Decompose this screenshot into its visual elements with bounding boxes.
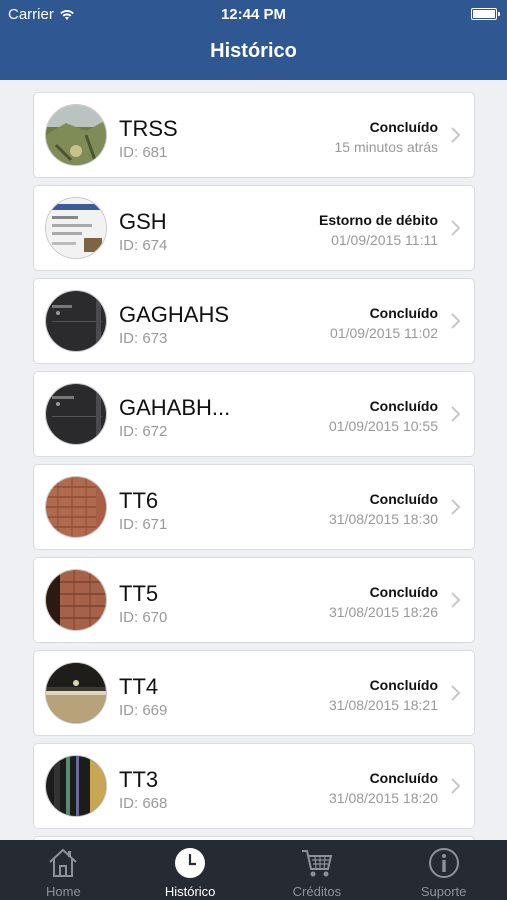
item-thumbnail [45, 569, 107, 631]
tab-support[interactable]: Suporte [380, 840, 507, 900]
item-id: ID: 672 [119, 423, 168, 440]
item-status: Concluído [369, 305, 438, 321]
chevron-right-icon [451, 127, 461, 143]
item-name: GSH [119, 209, 167, 234]
tab-history-label: Histórico [164, 884, 216, 899]
item-date: 31/08/2015 18:21 [329, 697, 438, 713]
chevron-right-icon [451, 685, 461, 701]
item-date: 15 minutos atrás [334, 139, 439, 155]
item-date: 01/09/2015 11:11 [331, 232, 438, 248]
item-thumbnail [45, 290, 107, 352]
history-item[interactable]: TT4 ID: 669 Concluído 31/08/2015 18:21 [33, 650, 475, 736]
clock-icon [175, 848, 206, 878]
history-item[interactable]: TRSS ID: 681 Concluído 15 minutos atrás [33, 92, 475, 178]
item-name: TT3 [119, 767, 159, 792]
tab-credits[interactable]: Créditos [254, 840, 381, 900]
navigation-header: Carrier 12:44 PM Histórico [0, 0, 507, 80]
item-name: TT6 [119, 488, 159, 513]
item-name: GAHABH... [119, 395, 231, 420]
item-date: 31/08/2015 18:30 [329, 511, 438, 527]
item-name: TRSS [119, 116, 178, 141]
item-name: TT4 [119, 674, 159, 699]
history-item[interactable]: TT5 ID: 670 Concluído 31/08/2015 18:26 [33, 557, 475, 643]
item-thumbnail [45, 662, 107, 724]
tab-history[interactable]: Histórico [127, 840, 254, 900]
chevron-right-icon [451, 313, 461, 329]
item-date: 31/08/2015 18:26 [329, 604, 438, 620]
item-status: Concluído [369, 398, 438, 414]
item-name: TT5 [119, 581, 159, 606]
item-name: GAGHAHS [119, 302, 230, 327]
item-id: ID: 674 [119, 237, 168, 254]
item-thumbnail [45, 197, 107, 259]
item-thumbnail [45, 383, 107, 445]
chevron-right-icon [451, 778, 461, 794]
item-id: ID: 670 [119, 609, 168, 626]
tab-credits-label: Créditos [292, 884, 342, 899]
item-status: Concluído [369, 770, 438, 786]
tab-support-label: Suporte [420, 884, 467, 899]
item-status: Concluído [369, 584, 438, 600]
tab-home-label: Home [46, 884, 81, 899]
chevron-right-icon [451, 592, 461, 608]
chevron-right-icon [451, 499, 461, 515]
history-list[interactable]: TRSS ID: 681 Concluído 15 minutos atrás … [0, 80, 507, 840]
item-status: Concluído [369, 677, 438, 693]
item-status: Estorno de débito [319, 212, 438, 228]
chevron-right-icon [451, 220, 461, 236]
item-date: 01/09/2015 11:02 [330, 325, 438, 341]
status-time: 12:44 PM [220, 6, 287, 23]
status-bar: Carrier 12:44 PM [0, 0, 507, 28]
item-thumbnail [45, 476, 107, 538]
history-item[interactable]: GAHABH... ID: 672 Concluído 01/09/2015 1… [33, 371, 475, 457]
item-id: ID: 671 [119, 516, 168, 533]
history-item[interactable]: GSH ID: 674 Estorno de débito 01/09/2015… [33, 185, 475, 271]
history-item[interactable]: TT3 ID: 668 Concluído 31/08/2015 18:20 [33, 743, 475, 829]
history-item[interactable]: GAGHAHS ID: 673 Concluído 01/09/2015 11:… [33, 278, 475, 364]
item-id: ID: 681 [119, 144, 168, 161]
history-item[interactable]: TT6 ID: 671 Concluído 31/08/2015 18:30 [33, 464, 475, 550]
item-thumbnail [45, 755, 107, 817]
tab-bar: Home Histórico Créditos Suporte [0, 840, 507, 900]
item-status: Concluído [369, 491, 438, 507]
page-title: Histórico [210, 40, 297, 62]
item-id: ID: 673 [119, 330, 168, 347]
chevron-right-icon [451, 406, 461, 422]
battery-icon [471, 8, 500, 20]
item-date: 01/09/2015 10:55 [329, 418, 438, 434]
info-icon [428, 848, 459, 878]
item-id: ID: 668 [119, 795, 168, 812]
item-status: Concluído [369, 119, 438, 135]
tab-home[interactable]: Home [0, 840, 127, 900]
item-id: ID: 669 [119, 702, 168, 719]
item-date: 31/08/2015 18:20 [329, 790, 438, 806]
cart-icon [301, 850, 333, 877]
home-icon [49, 848, 78, 877]
item-thumbnail [45, 104, 107, 166]
